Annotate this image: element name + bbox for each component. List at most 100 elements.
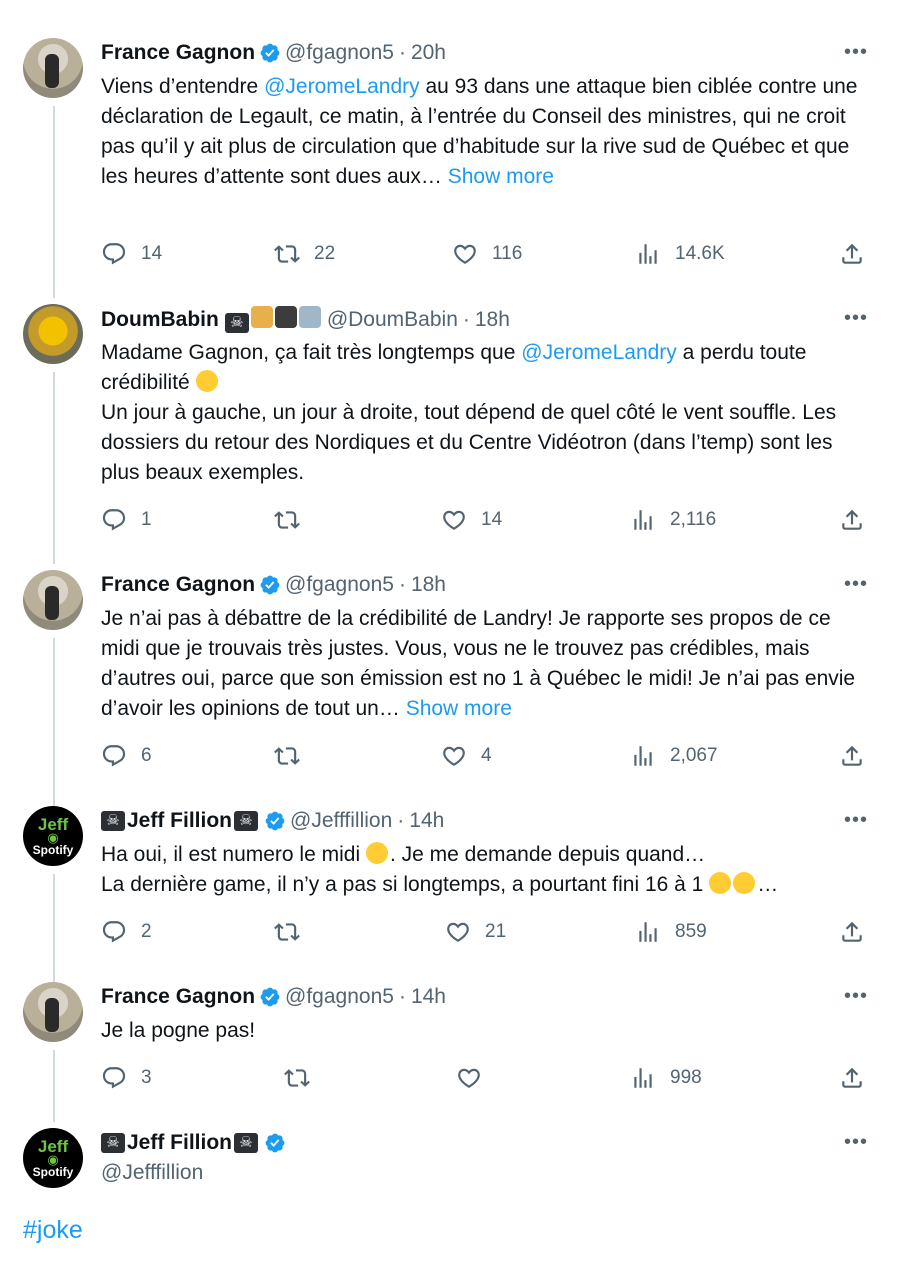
verified-badge-icon xyxy=(260,987,280,1007)
author-handle[interactable]: @DoumBabin xyxy=(327,307,458,333)
author-handle[interactable]: @fgagnon5 xyxy=(285,572,394,598)
minibus-emoji-icon xyxy=(298,306,321,328)
share-button[interactable] xyxy=(839,507,865,533)
rolling-laughing-emoji-icon xyxy=(733,872,756,894)
more-options-icon[interactable]: ••• xyxy=(844,810,868,830)
reply-icon xyxy=(101,743,127,769)
share-button[interactable] xyxy=(839,743,865,769)
repost-button[interactable] xyxy=(284,1065,324,1091)
repost-button[interactable] xyxy=(274,919,314,945)
like-button[interactable] xyxy=(456,1065,496,1091)
tweet-text-segment: . Je me demande depuis quand… xyxy=(389,843,706,866)
views-button[interactable]: 859 xyxy=(635,919,707,945)
hashtag-link[interactable]: #joke xyxy=(23,1216,83,1245)
author-name[interactable]: France Gagnon xyxy=(101,40,255,66)
like-button[interactable]: 116 xyxy=(452,241,522,267)
avatar[interactable] xyxy=(23,304,83,364)
like-button[interactable]: 4 xyxy=(441,743,492,769)
reply-button[interactable]: 2 xyxy=(101,919,152,945)
repost-button[interactable]: 22 xyxy=(274,241,335,267)
share-button[interactable] xyxy=(839,919,865,945)
heart-icon xyxy=(441,507,467,533)
repost-button[interactable] xyxy=(274,507,314,533)
views-count: 2,116 xyxy=(670,509,717,530)
tweet[interactable]: Jeff ◉ Spotify ☠ Jeff Fillion ☠ @Jefffilli… xyxy=(0,806,912,966)
share-icon xyxy=(839,743,865,769)
tweet-header: DoumBabin ☠ @DoumBabin · 18h xyxy=(101,306,510,333)
spotify-icon: ◉ xyxy=(47,1151,59,1167)
views-button[interactable]: 2,116 xyxy=(630,507,716,533)
reply-button[interactable]: 1 xyxy=(101,507,152,533)
author-name[interactable]: France Gagnon xyxy=(101,984,255,1010)
tweet-text-segment: Madame Gagnon, ça fait très longtemps qu… xyxy=(101,341,522,364)
views-count: 14.6K xyxy=(675,243,725,264)
author-handle[interactable]: @fgagnon5 xyxy=(285,984,394,1010)
more-options-icon[interactable]: ••• xyxy=(844,1132,868,1152)
reply-button[interactable]: 6 xyxy=(101,743,152,769)
author-handle[interactable]: @Jefffillion xyxy=(290,808,392,834)
views-bar-chart-icon xyxy=(635,919,661,945)
tweet-header: ☠ Jeff Fillion ☠ xyxy=(101,1130,290,1156)
views-count: 2,067 xyxy=(670,745,718,766)
more-options-icon[interactable]: ••• xyxy=(844,42,868,62)
avatar[interactable] xyxy=(23,570,83,630)
reply-button[interactable]: 3 xyxy=(101,1065,152,1091)
repost-button[interactable] xyxy=(274,743,314,769)
gorilla-emoji-icon xyxy=(274,306,297,328)
views-bar-chart-icon xyxy=(630,743,656,769)
tweet-actions: 2 21 859 xyxy=(101,919,881,949)
focused-tweet[interactable]: Jeff ◉ Spotify ☠ Jeff Fillion ☠ ••• @Jefff… xyxy=(0,1128,912,1208)
grinning-sweat-emoji-icon xyxy=(365,842,388,864)
timestamp[interactable]: 20h xyxy=(411,40,446,66)
pirate-flag-icon: ☠ xyxy=(101,811,125,831)
mention-link[interactable]: @JeromeLandry xyxy=(521,341,677,364)
more-options-icon[interactable]: ••• xyxy=(844,986,868,1006)
verified-badge-icon xyxy=(260,575,280,595)
share-button[interactable] xyxy=(839,241,865,267)
tweet-text: Je la pogne pas! xyxy=(101,1019,256,1042)
repost-count: 22 xyxy=(314,243,336,264)
timestamp[interactable]: 14h xyxy=(409,808,444,834)
show-more-link[interactable]: Show more xyxy=(406,697,512,720)
timestamp[interactable]: 18h xyxy=(411,572,446,598)
timestamp[interactable]: 18h xyxy=(475,307,510,333)
more-options-icon[interactable]: ••• xyxy=(844,308,868,328)
views-bar-chart-icon xyxy=(630,1065,656,1091)
author-name[interactable]: France Gagnon xyxy=(101,572,255,598)
tweet-actions: 1 14 2,116 xyxy=(101,507,881,537)
tweet[interactable]: France Gagnon @fgagnon5 · 20h ••• Viens … xyxy=(0,38,912,278)
author-name[interactable]: Jeff Fillion xyxy=(127,808,232,834)
views-button[interactable]: 14.6K xyxy=(635,241,725,267)
avatar[interactable]: Jeff ◉ Spotify xyxy=(23,1128,83,1188)
avatar[interactable] xyxy=(23,38,83,98)
author-handle[interactable]: @fgagnon5 xyxy=(285,40,394,66)
views-count: 998 xyxy=(670,1067,702,1088)
reply-count: 14 xyxy=(141,243,163,264)
timestamp[interactable]: 14h xyxy=(411,984,446,1010)
views-button[interactable]: 2,067 xyxy=(630,743,718,769)
tweet-paragraph: Madame Gagnon, ça fait très longtemps qu… xyxy=(101,338,871,398)
author-name[interactable]: Jeff Fillion xyxy=(127,1130,232,1156)
like-button[interactable]: 21 xyxy=(445,919,506,945)
author-handle[interactable]: @Jefffillion xyxy=(101,1161,203,1185)
like-count: 21 xyxy=(485,921,507,942)
share-button[interactable] xyxy=(839,1065,865,1091)
repost-icon xyxy=(274,743,300,769)
tweet[interactable]: France Gagnon @fgagnon5 · 14h ••• Je la … xyxy=(0,982,912,1102)
heart-icon xyxy=(445,919,471,945)
tweet-text: Je n’ai pas à débattre de la crédibilité… xyxy=(101,604,871,724)
show-more-link[interactable]: Show more xyxy=(448,165,554,188)
author-name[interactable]: DoumBabin xyxy=(101,307,219,333)
tweet[interactable]: DoumBabin ☠ @DoumBabin · 18h ••• Madame … xyxy=(0,304,912,544)
heart-icon xyxy=(456,1065,482,1091)
views-button[interactable]: 998 xyxy=(630,1065,702,1091)
like-count: 14 xyxy=(481,509,503,530)
avatar[interactable] xyxy=(23,982,83,1042)
mention-link[interactable]: @JeromeLandry xyxy=(264,75,420,98)
tweet[interactable]: France Gagnon @fgagnon5 · 18h ••• Je n’a… xyxy=(0,570,912,790)
more-options-icon[interactable]: ••• xyxy=(844,574,868,594)
avatar[interactable]: Jeff ◉ Spotify xyxy=(23,806,83,866)
like-button[interactable]: 14 xyxy=(441,507,502,533)
share-icon xyxy=(839,919,865,945)
reply-button[interactable]: 14 xyxy=(101,241,162,267)
